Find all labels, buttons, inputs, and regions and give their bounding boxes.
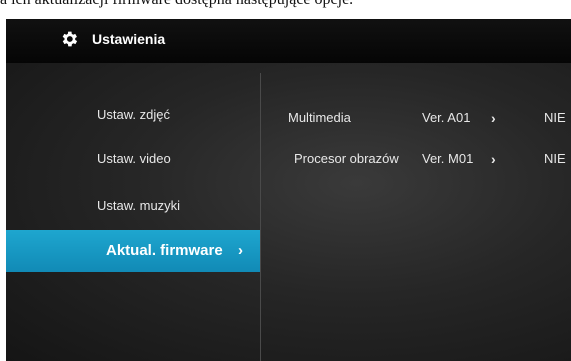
gear-icon [62,31,78,47]
menu-item-firmware-update[interactable]: Aktual. firmware › [6,230,260,272]
chevron-right-icon[interactable]: › [491,144,496,174]
firmware-row-version: Ver. M01 [422,151,474,166]
page-title: Ustawienia [92,31,166,47]
menu-item-video-settings[interactable]: Ustaw. video [6,138,260,180]
firmware-row-multimedia[interactable]: Multimedia Ver. A01 › NIE [261,103,571,133]
menu-item-label: Ustaw. muzyki [97,198,181,213]
document-caption-text: a ich aktualizacji firmware dostępna nas… [0,0,571,9]
chevron-right-icon[interactable]: › [491,103,496,133]
firmware-row-image-processor[interactable]: Procesor obrazów Ver. M01 › NIE [261,144,571,174]
firmware-row-name: Procesor obrazów [294,151,399,166]
menu-item-music-settings[interactable]: Ustaw. muzyki [6,185,260,227]
chevron-right-icon: › [238,242,243,259]
menu-item-label: Ustaw. zdjęć [97,107,170,122]
menu-item-label: Ustaw. video [97,151,171,166]
firmware-row-version: Ver. A01 [422,110,471,125]
menu-item-label: Aktual. firmware [106,242,223,259]
title-bar: Ustawienia [6,19,571,63]
menu-item-photo-settings[interactable]: Ustaw. zdjęć [6,94,260,136]
firmware-row-value: NIE [544,151,566,166]
firmware-row-name: Multimedia [288,110,351,125]
settings-screen: Ustawienia Ustaw. zdjęć Ustaw. video Ust… [6,19,571,361]
firmware-row-value: NIE [544,110,566,125]
